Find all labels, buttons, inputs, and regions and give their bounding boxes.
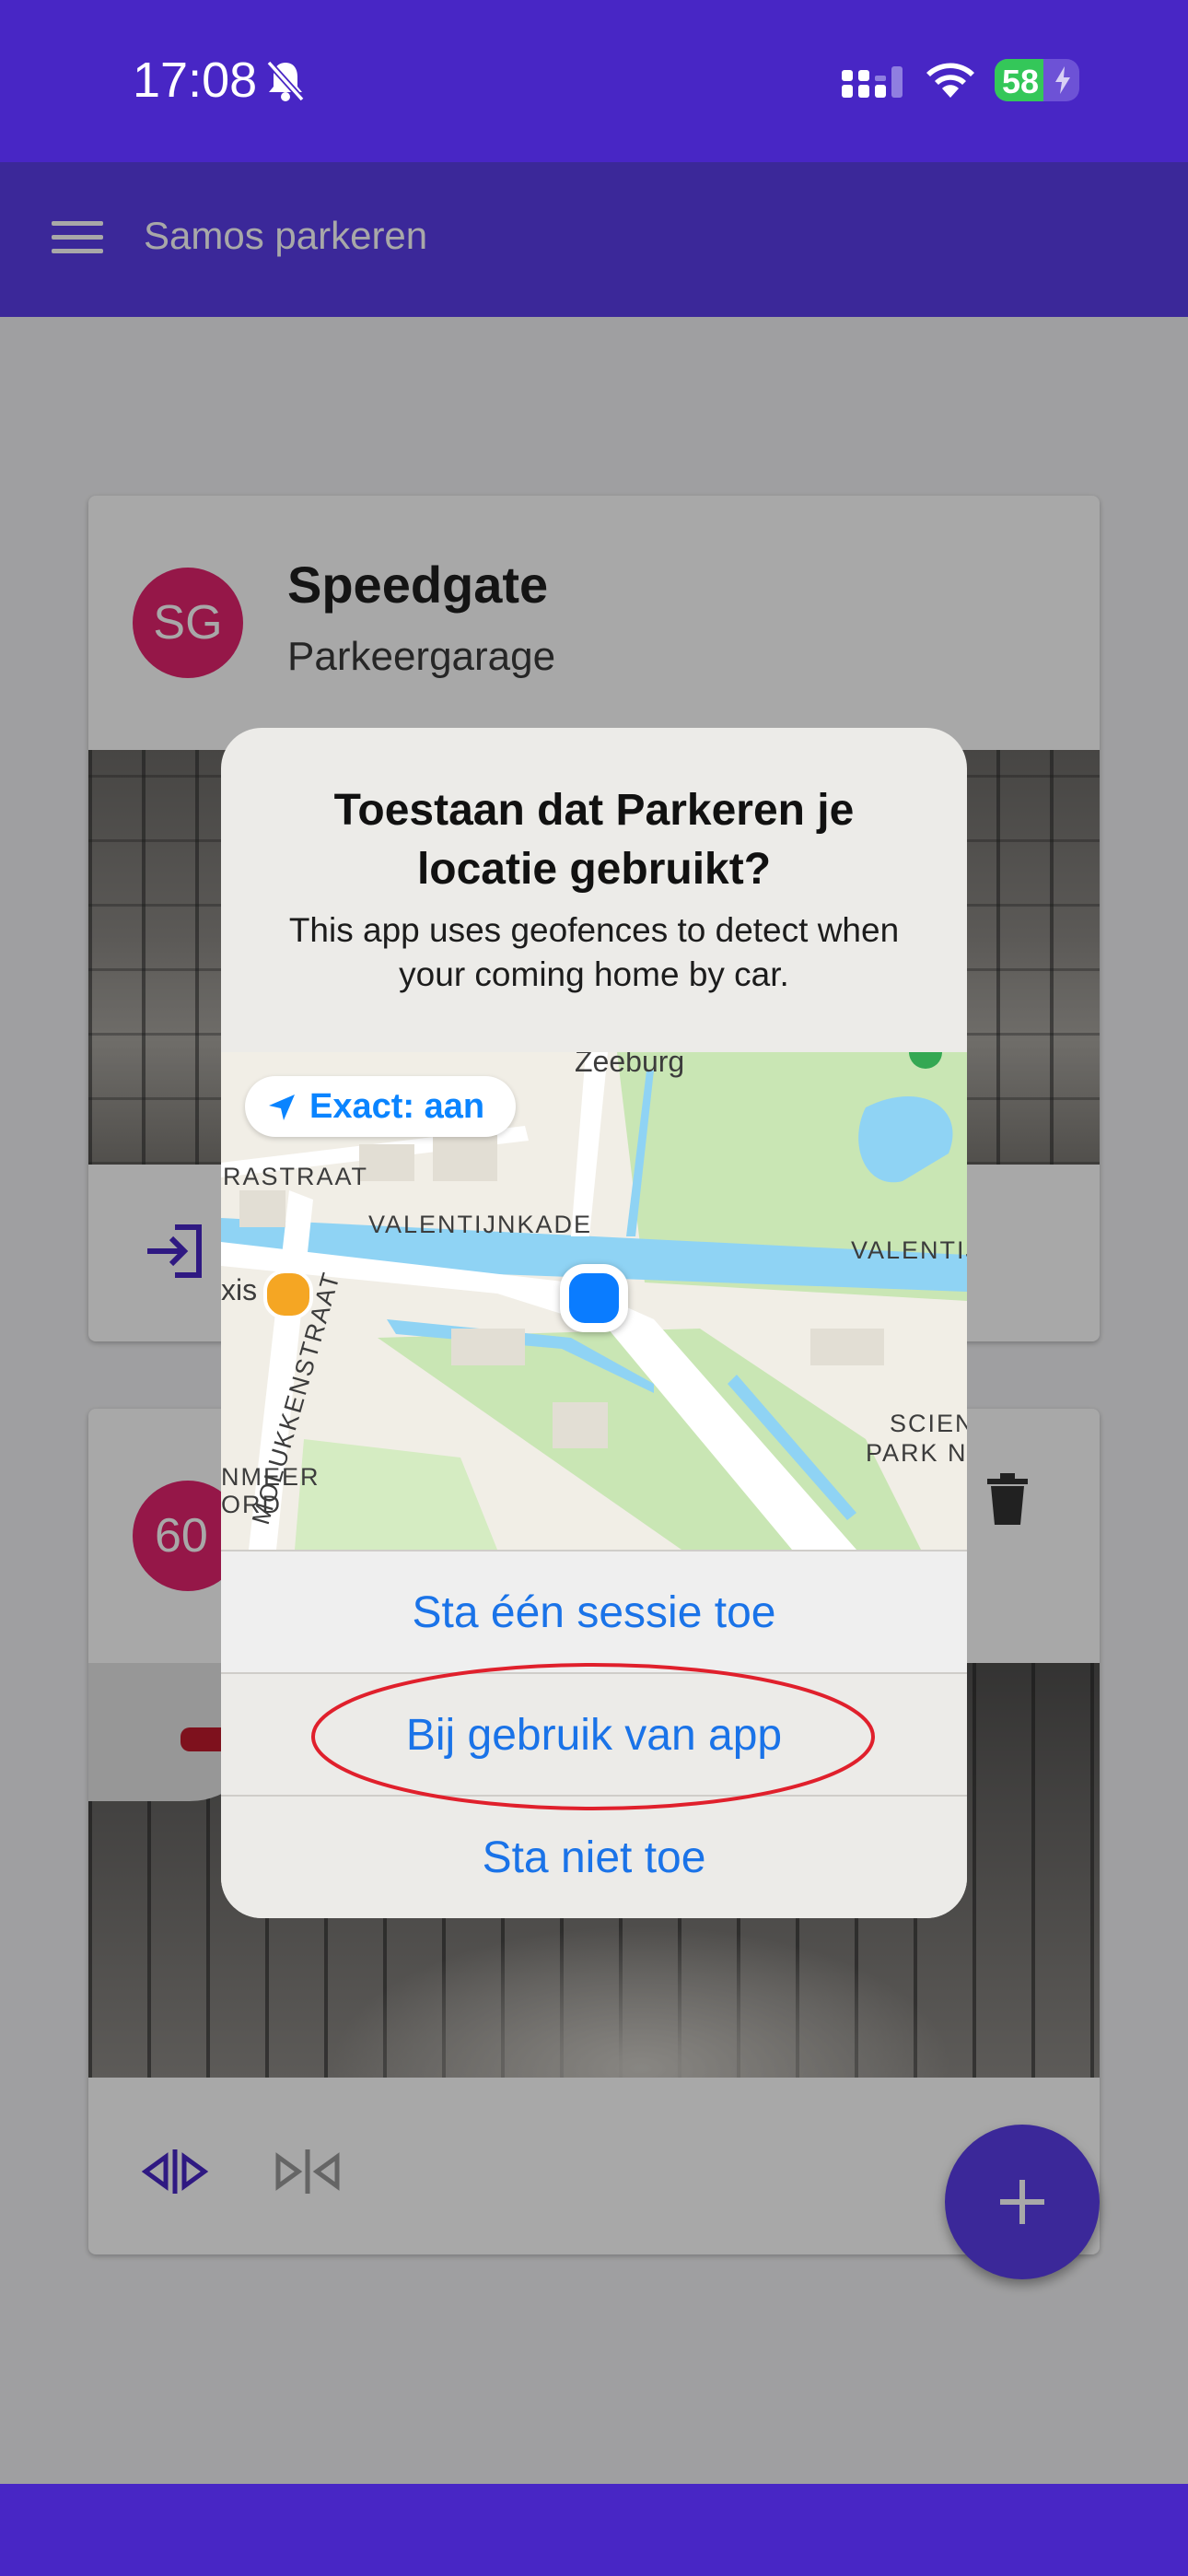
bell-muted-icon	[265, 59, 306, 108]
allow-once-button[interactable]: Sta één sessie toe	[221, 1550, 967, 1674]
map-label: ORD	[221, 1491, 282, 1518]
dialog-title: Toestaan dat Parkeren je locatie gebruik…	[333, 786, 855, 894]
battery-icon: 58	[995, 59, 1079, 101]
current-location-dot	[560, 1264, 628, 1332]
bottom-bar	[0, 2484, 1188, 2576]
wifi-icon	[923, 57, 978, 106]
map-label: PARK NO	[866, 1439, 967, 1467]
battery-percent: 58	[1002, 63, 1040, 100]
map-label: NMEER	[221, 1463, 320, 1491]
location-map: Zeeburg RASTRAAT VALENTIJNKADE VALENTIJ …	[221, 1052, 967, 1550]
map-label: VALENTIJ	[851, 1236, 967, 1264]
charging-bolt-icon	[1054, 66, 1072, 99]
map-label: SCIEN	[890, 1410, 967, 1437]
status-time: 17:08	[133, 53, 258, 108]
map-label: RASTRAAT	[223, 1163, 369, 1190]
highlight-annotation	[306, 1658, 895, 1820]
map-label: VALENTIJNKADE	[368, 1211, 593, 1238]
location-arrow-icon	[267, 1093, 297, 1127]
status-bar: 17:08 58	[0, 0, 1188, 162]
dialog-message: This app uses geofences to detect when y…	[288, 911, 900, 993]
precise-location-toggle[interactable]: Exact: aan	[245, 1076, 516, 1137]
shopping-poi-icon	[263, 1270, 313, 1319]
map-label: xis	[221, 1273, 258, 1306]
precise-location-label: Exact: aan	[309, 1087, 485, 1126]
cellular-signal-icon	[842, 63, 906, 106]
map-label: Zeeburg	[575, 1052, 685, 1078]
